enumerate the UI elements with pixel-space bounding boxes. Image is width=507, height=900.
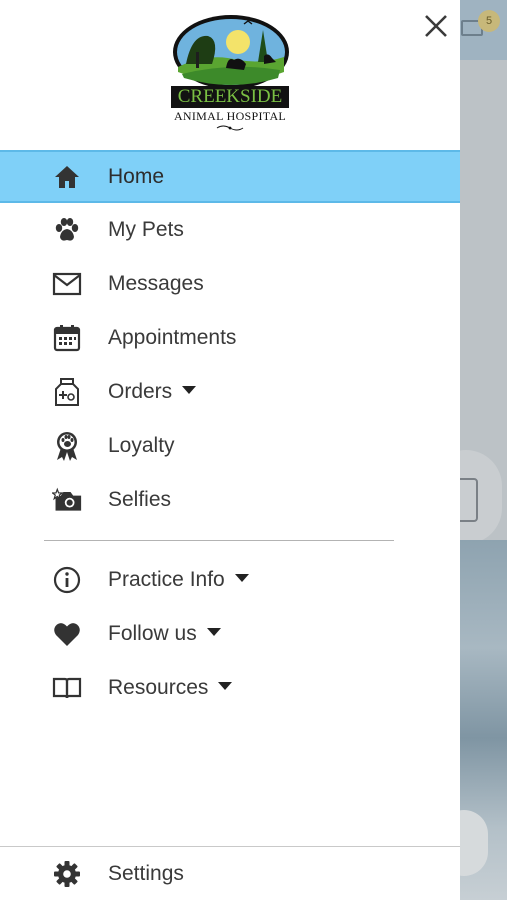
logo-name: CREEKSIDE: [171, 86, 289, 108]
menu-item-appointments[interactable]: Appointments: [0, 311, 460, 365]
menu-item-loyalty[interactable]: Loyalty: [0, 419, 460, 473]
resources-label: Resources: [108, 676, 209, 699]
paw-icon: [52, 215, 82, 245]
menu-item-label: Orders: [108, 380, 197, 404]
orders-label: Orders: [108, 380, 173, 403]
menu-item-label: Resources: [108, 676, 233, 700]
envelope-icon: [52, 269, 82, 299]
gear-icon: [52, 859, 82, 889]
menu-item-practice-info[interactable]: Practice Info: [0, 553, 460, 607]
chevron-down-icon: [234, 574, 249, 583]
secondary-menu: Practice Info Follow us Resources: [0, 553, 460, 715]
chevron-down-icon: [218, 682, 233, 691]
primary-menu: Home My Pets Messages Appointments Order…: [0, 150, 460, 527]
settings-bar: Settings: [0, 846, 460, 900]
menu-item-home[interactable]: Home: [0, 150, 460, 203]
follow-us-label: Follow us: [108, 622, 197, 645]
menu-item-label: Practice Info: [108, 568, 249, 592]
menu-divider: [44, 540, 394, 541]
heart-icon: [52, 619, 82, 649]
food-bag-icon: [52, 377, 82, 407]
calendar-icon: [52, 323, 82, 353]
menu-item-settings[interactable]: Settings: [0, 847, 460, 900]
menu-item-label: Selfies: [108, 488, 172, 511]
camera-icon: [52, 485, 82, 515]
close-button[interactable]: [418, 8, 454, 44]
chevron-down-icon: [182, 386, 197, 395]
logo-subtitle: ANIMAL HOSPITAL: [173, 109, 287, 123]
menu-item-label: Home: [108, 164, 165, 188]
chevron-down-icon: [206, 628, 221, 637]
menu-item-label: Loyalty: [108, 434, 175, 457]
menu-item-label: Appointments: [108, 326, 237, 349]
navigation-drawer: CREEKSIDE ANIMAL HOSPITAL Home My Pets M…: [0, 0, 460, 900]
menu-item-resources[interactable]: Resources: [0, 661, 460, 715]
menu-item-selfies[interactable]: Selfies: [0, 473, 460, 527]
logo-flourish: [216, 125, 244, 131]
background-notification-badge: 5: [478, 10, 500, 32]
menu-item-orders[interactable]: Orders: [0, 365, 460, 419]
logo-text: CREEKSIDE ANIMAL HOSPITAL: [168, 86, 292, 132]
home-icon: [52, 162, 82, 192]
info-icon: [52, 565, 82, 595]
menu-item-follow-us[interactable]: Follow us: [0, 607, 460, 661]
menu-item-label: Settings: [108, 862, 184, 885]
practice-info-label: Practice Info: [108, 568, 225, 591]
close-icon: [425, 15, 447, 37]
menu-item-my-pets[interactable]: My Pets: [0, 203, 460, 257]
menu-item-label: Messages: [108, 272, 204, 295]
award-ribbon-icon: [52, 431, 82, 461]
menu-item-label: Follow us: [108, 622, 221, 646]
book-icon: [52, 673, 82, 703]
menu-item-messages[interactable]: Messages: [0, 257, 460, 311]
menu-item-label: My Pets: [108, 218, 184, 241]
